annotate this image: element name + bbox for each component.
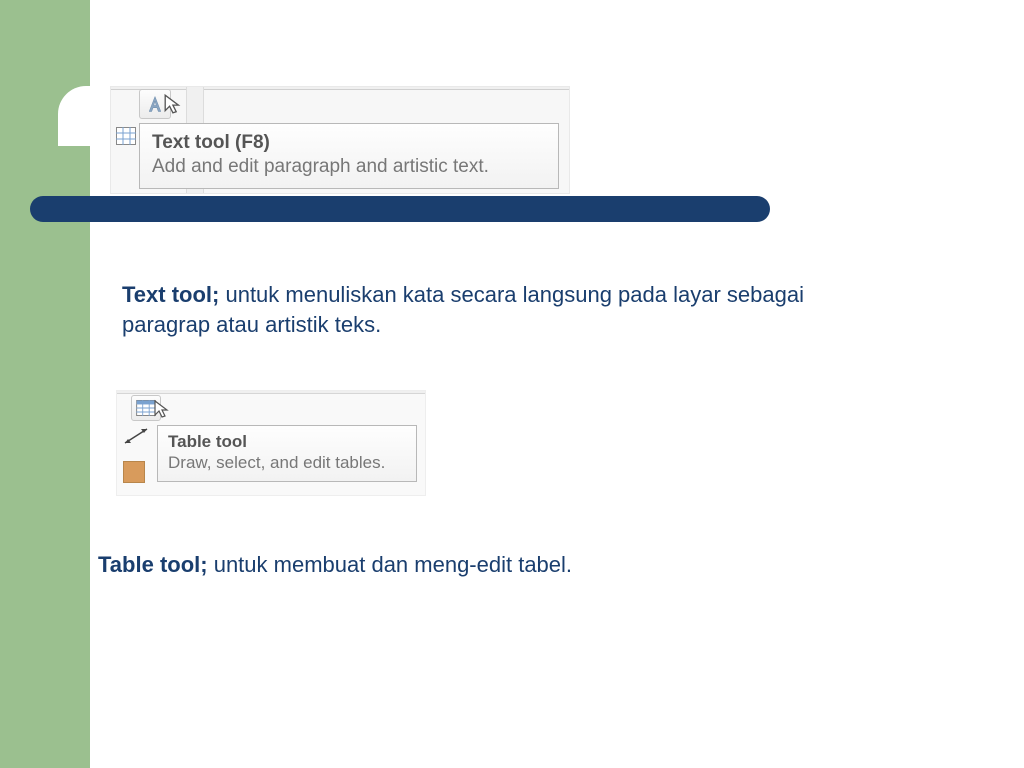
table-tool-screenshot: Table tool Draw, select, and edit tables…	[116, 390, 426, 496]
tooltip-body: Add and edit paragraph and artistic text…	[152, 156, 546, 178]
letter-a-icon	[145, 94, 165, 114]
text-tool-screenshot: Text tool (F8) Add and edit paragraph an…	[110, 86, 570, 194]
cursor-icon	[163, 93, 185, 115]
table-tool-body: untuk membuat dan meng-edit tabel.	[214, 552, 572, 577]
text-tool-label: Text tool;	[122, 282, 225, 307]
text-tool-body: untuk menuliskan kata secara langsung pa…	[122, 282, 804, 337]
accent-bar-decoration	[30, 196, 770, 222]
tooltip-title: Text tool (F8)	[152, 132, 546, 154]
table-tool-label: Table tool;	[98, 552, 214, 577]
tooltip-body: Draw, select, and edit tables.	[168, 453, 406, 473]
ruler-horizontal	[117, 391, 425, 394]
slide-curve-decoration	[58, 86, 110, 146]
text-tool-description: Text tool; untuk menuliskan kata secara …	[122, 280, 892, 339]
ruler-horizontal	[111, 87, 569, 90]
table-tool-tooltip: Table tool Draw, select, and edit tables…	[157, 425, 417, 482]
text-tool-tooltip: Text tool (F8) Add and edit paragraph an…	[139, 123, 559, 189]
dimension-tool-icon	[123, 425, 149, 447]
cursor-icon	[153, 399, 173, 419]
orange-tool-icon	[123, 461, 145, 483]
table-tool-description: Table tool; untuk membuat dan meng-edit …	[98, 552, 868, 578]
table-mini-icon	[116, 127, 136, 145]
tooltip-title: Table tool	[168, 432, 406, 452]
